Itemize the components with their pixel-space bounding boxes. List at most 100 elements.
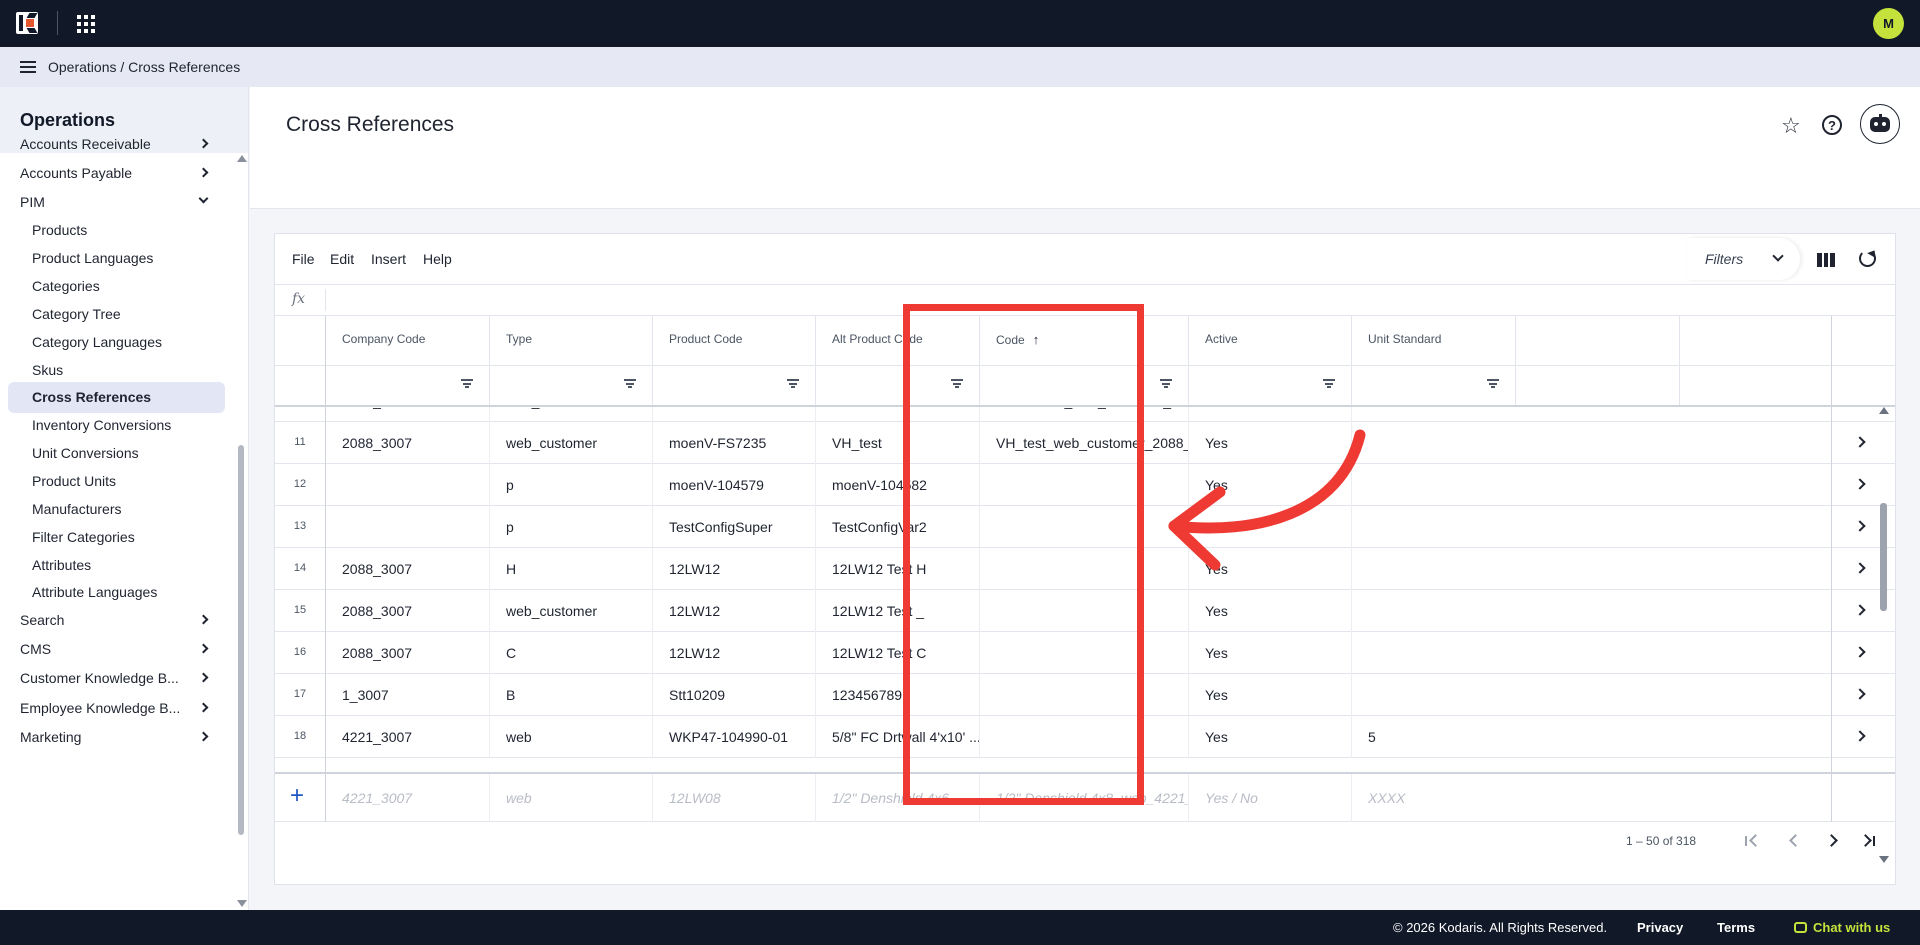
filter-icon[interactable] <box>1323 379 1335 388</box>
new-row-placeholder[interactable]: 12LW08 <box>652 774 815 822</box>
sidebar-item-product-languages[interactable]: Product Languages <box>32 250 248 266</box>
table-cell[interactable]: 2088_3007 <box>325 548 489 590</box>
scrollbar-thumb[interactable] <box>238 445 244 835</box>
sidebar-item-cross-references[interactable]: Cross References <box>8 382 225 413</box>
table-cell[interactable]: kodarisTestProduct <box>652 407 815 422</box>
sidebar-item-product-units[interactable]: Product Units <box>32 473 248 489</box>
filter-icon[interactable] <box>624 379 636 388</box>
hamburger-menu-icon[interactable] <box>20 61 36 73</box>
table-cell[interactable]: moenV-104579 <box>652 464 815 506</box>
table-cell[interactable]: 4221_3007 <box>325 716 489 758</box>
column-header-company-code[interactable]: Company Code <box>325 316 489 366</box>
table-cell[interactable]: 12LW12 <box>652 632 815 674</box>
table-cell[interactable]: B <box>489 674 652 716</box>
new-row-placeholder[interactable]: web <box>489 774 652 822</box>
chevron-right-icon[interactable] <box>1854 478 1866 490</box>
table-cell[interactable]: Yes <box>1188 716 1351 758</box>
table-cell[interactable]: web <box>489 716 652 758</box>
table-cell[interactable]: Stt10209 <box>652 674 815 716</box>
sidebar-item-customer-knowledge-b-[interactable]: Customer Knowledge B... <box>20 670 248 686</box>
column-filter-cell[interactable] <box>1351 366 1515 405</box>
next-page-icon[interactable] <box>1827 836 1837 846</box>
scroll-down-arrow-icon[interactable] <box>237 900 247 907</box>
table-cell[interactable]: Yes <box>1188 632 1351 674</box>
chevron-right-icon[interactable] <box>1854 730 1866 742</box>
sidebar-item-attributes[interactable]: Attributes <box>32 557 248 573</box>
table-cell[interactable]: WKP47-104990-01 <box>652 716 815 758</box>
assistant-bot-button[interactable] <box>1860 104 1900 144</box>
column-filter-cell[interactable] <box>1188 366 1351 405</box>
table-cell[interactable]: 2088_3007 <box>325 407 489 422</box>
chevron-right-icon[interactable] <box>1854 646 1866 658</box>
table-cell[interactable]: 12LW12 <box>652 590 815 632</box>
table-cell[interactable]: p <box>489 506 652 548</box>
scrollbar-thumb[interactable] <box>1880 503 1887 611</box>
sidebar-item-inventory-conversions[interactable]: Inventory Conversions <box>32 417 248 433</box>
chevron-right-icon[interactable] <box>1854 688 1866 700</box>
sidebar-item-categories[interactable]: Categories <box>32 278 248 294</box>
user-avatar[interactable]: M <box>1873 8 1904 39</box>
column-header-active[interactable]: Active <box>1188 316 1351 366</box>
table-cell[interactable] <box>325 464 489 506</box>
last-page-icon[interactable] <box>1865 836 1875 846</box>
chat-with-us-button[interactable]: Chat with us <box>1794 920 1890 935</box>
new-row-placeholder[interactable]: XXXX <box>1351 774 1515 822</box>
table-cell[interactable]: 5 <box>1351 716 1515 758</box>
kodaris-logo-icon[interactable] <box>16 12 38 34</box>
privacy-link[interactable]: Privacy <box>1637 920 1683 935</box>
column-header-product-code[interactable]: Product Code <box>652 316 815 366</box>
sidebar-item-skus[interactable]: Skus <box>32 362 248 378</box>
chevron-right-icon[interactable] <box>1854 436 1866 448</box>
sidebar-item-accounts-receivable[interactable]: Accounts Receivable <box>20 136 248 152</box>
column-header-type[interactable]: Type <box>489 316 652 366</box>
sidebar-item-search[interactable]: Search <box>20 612 248 628</box>
first-page-icon[interactable] <box>1745 836 1755 846</box>
table-cell[interactable]: 2088_3007 <box>325 422 489 464</box>
favorite-star-icon[interactable]: ☆ <box>1781 115 1801 137</box>
table-cell[interactable]: TestConfigSuper <box>652 506 815 548</box>
table-cell[interactable]: Yes <box>1188 590 1351 632</box>
table-cell[interactable]: 2088_3007 <box>325 632 489 674</box>
scroll-up-arrow-icon[interactable] <box>237 155 247 162</box>
table-cell[interactable] <box>325 506 489 548</box>
sidebar-item-category-tree[interactable]: Category Tree <box>32 306 248 322</box>
table-cell[interactable]: web_customer <box>489 590 652 632</box>
menu-help[interactable]: Help <box>423 251 452 267</box>
new-row-placeholder[interactable]: 4221_3007 <box>325 774 489 822</box>
sidebar-item-attribute-languages[interactable]: Attribute Languages <box>32 584 248 600</box>
table-cell[interactable]: p <box>489 464 652 506</box>
add-row-plus-icon[interactable]: + <box>290 784 304 808</box>
filter-icon[interactable] <box>1487 379 1499 388</box>
new-row-placeholder[interactable]: Yes / No <box>1188 774 1351 822</box>
filters-dropdown[interactable]: Filters <box>1687 238 1800 280</box>
scroll-up-arrow-icon[interactable] <box>1879 407 1889 414</box>
table-cell[interactable]: moenV-FS7235 <box>652 422 815 464</box>
columns-icon[interactable] <box>1817 253 1836 267</box>
breadcrumb[interactable]: Operations / Cross References <box>48 59 240 75</box>
sidebar-item-employee-knowledge-b-[interactable]: Employee Knowledge B... <box>20 700 248 716</box>
table-cell[interactable]: 2088_3007 <box>325 590 489 632</box>
sidebar-item-filter-categories[interactable]: Filter Categories <box>32 529 248 545</box>
table-cell[interactable]: Yes <box>1188 674 1351 716</box>
column-filter-cell[interactable] <box>652 366 815 405</box>
table-cell[interactable]: 12LW12 <box>652 548 815 590</box>
menu-insert[interactable]: Insert <box>371 251 406 267</box>
sidebar-item-marketing[interactable]: Marketing <box>20 729 248 745</box>
menu-edit[interactable]: Edit <box>330 251 354 267</box>
sidebar-item-cms[interactable]: CMS <box>20 641 248 657</box>
sidebar-scrollbar[interactable] <box>236 155 247 907</box>
previous-page-icon[interactable] <box>1789 836 1799 846</box>
filter-icon[interactable] <box>461 379 473 388</box>
sidebar-item-manufacturers[interactable]: Manufacturers <box>32 501 248 517</box>
column-filter-cell[interactable] <box>325 366 489 405</box>
grid-scrollbar[interactable] <box>1877 407 1891 863</box>
table-cell[interactable]: C <box>489 632 652 674</box>
table-cell[interactable]: 1_3007 <box>325 674 489 716</box>
terms-link[interactable]: Terms <box>1717 920 1755 935</box>
filter-icon[interactable] <box>787 379 799 388</box>
column-header-unit-standard[interactable]: Unit Standard <box>1351 316 1515 366</box>
refresh-icon[interactable] <box>1859 250 1876 267</box>
table-cell[interactable] <box>1351 674 1515 716</box>
sidebar-item-pim[interactable]: PIM <box>20 193 248 210</box>
table-cell[interactable]: H <box>489 548 652 590</box>
